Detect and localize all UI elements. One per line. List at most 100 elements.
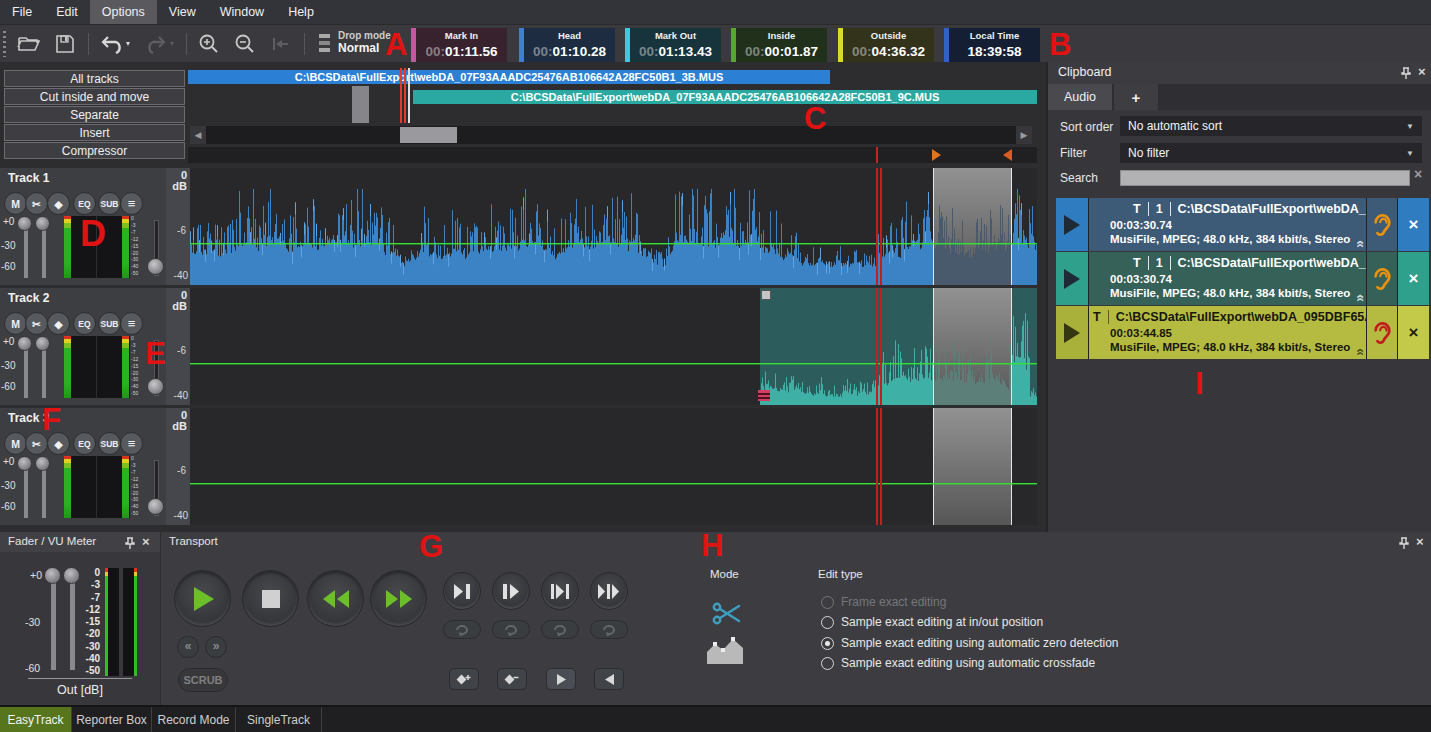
- pan-knob[interactable]: [17, 456, 32, 471]
- radio-frame-exact[interactable]: Frame exact editing: [821, 594, 946, 610]
- pan-knob[interactable]: [17, 216, 32, 231]
- clipboard-entry-3[interactable]: TC:\BCSData\FullExport\webDA_095DBF65AE1…: [1056, 306, 1429, 359]
- gain-slider[interactable]: [42, 346, 46, 398]
- overview-clip-top[interactable]: C:\BCSData\FullExport\webDA_07F93AAADC25…: [188, 70, 830, 84]
- filter-dropdown[interactable]: No filter▼: [1120, 143, 1422, 163]
- play-from-start-button[interactable]: [492, 572, 530, 610]
- tab-audio[interactable]: Audio: [1048, 84, 1112, 110]
- pin-icon[interactable]: [124, 537, 136, 550]
- tab-record-mode[interactable]: Record Mode: [152, 707, 236, 732]
- track-1-waveform[interactable]: [190, 168, 1037, 285]
- gain-knob[interactable]: [35, 216, 50, 231]
- pan-slider[interactable]: [24, 466, 28, 518]
- overview-view-indicator[interactable]: [352, 86, 369, 123]
- scrollbar-thumb[interactable]: [400, 127, 457, 143]
- solo-button[interactable]: ◆: [47, 312, 70, 335]
- tool-compressor[interactable]: Compressor: [4, 142, 185, 159]
- solo-button[interactable]: ◆: [47, 192, 70, 215]
- play-to-end-button[interactable]: [443, 572, 481, 610]
- remove-button[interactable]: ×: [1398, 306, 1429, 359]
- search-input[interactable]: [1120, 170, 1410, 186]
- eq-button[interactable]: EQ: [73, 312, 96, 335]
- pan-slider[interactable]: [24, 346, 28, 398]
- out-fader-left[interactable]: [51, 582, 56, 670]
- track-3-waveform[interactable]: [190, 408, 1037, 525]
- timeline-ruler[interactable]: [188, 147, 1037, 163]
- remove-button[interactable]: ×: [1398, 252, 1429, 305]
- redo-button[interactable]: [142, 32, 178, 56]
- sub-button[interactable]: SUB: [98, 312, 121, 335]
- prev-marker-button[interactable]: [594, 668, 624, 690]
- fader-knob[interactable]: [147, 378, 164, 395]
- tool-cut-inside-and-move[interactable]: Cut inside and move: [4, 88, 185, 105]
- loop-button-3[interactable]: [541, 620, 579, 639]
- track-menu-button[interactable]: ≡: [120, 192, 143, 215]
- selection-start-marker[interactable]: [932, 149, 941, 161]
- drop-mode-control[interactable]: Drop mode Normal: [318, 30, 391, 55]
- track-menu-button[interactable]: ≡: [120, 312, 143, 335]
- prelisten-button[interactable]: [1367, 252, 1397, 305]
- tab-reporter-box[interactable]: Reporter Box: [72, 707, 152, 732]
- pin-icon[interactable]: [1398, 537, 1410, 550]
- fast-forward-button[interactable]: [370, 570, 427, 627]
- step-back-button[interactable]: [268, 32, 294, 56]
- collapse-icon[interactable]: »: [1351, 348, 1366, 356]
- tool-all-tracks[interactable]: All tracks: [4, 70, 185, 87]
- toolbar-grip[interactable]: [3, 31, 6, 57]
- play-button[interactable]: [1056, 198, 1088, 251]
- pan-slider[interactable]: [24, 226, 28, 278]
- collapse-icon[interactable]: »: [1351, 240, 1366, 248]
- entry-body[interactable]: T1C:\BCSData\FullExport\webDA_07F93AAADC…: [1089, 252, 1366, 305]
- overview-clip-bottom[interactable]: C:\BCSData\FullExport\webDA_07F93AAADC25…: [413, 90, 1037, 104]
- menu-options[interactable]: Options: [90, 0, 157, 24]
- remove-button[interactable]: ×: [1398, 198, 1429, 251]
- radio-sample-exact[interactable]: Sample exact editing at in/out position: [821, 614, 1043, 630]
- eq-button[interactable]: EQ: [73, 432, 96, 455]
- gain-knob[interactable]: [35, 336, 50, 351]
- playhead-marker[interactable]: [876, 147, 878, 163]
- prelisten-button[interactable]: [1367, 306, 1397, 359]
- entry-body[interactable]: TC:\BCSData\FullExport\webDA_095DBF65AE1…: [1089, 306, 1366, 359]
- play-around-button[interactable]: [590, 572, 628, 610]
- gain-slider[interactable]: [42, 466, 46, 518]
- scrollbar-track[interactable]: [206, 126, 1016, 144]
- clear-search-icon[interactable]: ×: [1414, 166, 1422, 182]
- menu-view[interactable]: View: [157, 0, 208, 24]
- menu-file[interactable]: File: [0, 0, 44, 24]
- track-menu-button[interactable]: ≡: [120, 432, 143, 455]
- gain-slider[interactable]: [42, 226, 46, 278]
- mute-button[interactable]: M: [4, 312, 27, 335]
- tool-insert[interactable]: Insert: [4, 124, 185, 141]
- selection-end-marker[interactable]: [1003, 149, 1012, 161]
- track-2-waveform[interactable]: [190, 288, 1037, 405]
- gain-knob[interactable]: [35, 456, 50, 471]
- zoom-out-button[interactable]: [232, 32, 258, 56]
- scrollbar-right-arrow[interactable]: ▶: [1016, 126, 1032, 144]
- tab-add[interactable]: +: [1114, 84, 1158, 110]
- loop-button-4[interactable]: [590, 620, 628, 639]
- pin-icon[interactable]: [1400, 67, 1412, 80]
- tab-easytrack[interactable]: EasyTrack: [0, 707, 72, 732]
- menu-edit[interactable]: Edit: [44, 0, 90, 24]
- sub-button[interactable]: SUB: [98, 192, 121, 215]
- cut-button[interactable]: ✂: [25, 192, 48, 215]
- cut-button[interactable]: ✂: [25, 312, 48, 335]
- close-icon[interactable]: ×: [1416, 534, 1424, 549]
- play-selection-button[interactable]: [541, 572, 579, 610]
- mute-button[interactable]: M: [4, 432, 27, 455]
- envelope-mode-button[interactable]: [706, 634, 744, 670]
- play-button[interactable]: [1056, 306, 1088, 359]
- eq-button[interactable]: EQ: [73, 192, 96, 215]
- clipboard-entry-2[interactable]: T1C:\BCSData\FullExport\webDA_07F93AAADC…: [1056, 252, 1429, 305]
- undo-button[interactable]: [98, 32, 134, 56]
- remove-marker-button[interactable]: [497, 668, 527, 690]
- next-marker-button[interactable]: [546, 668, 576, 690]
- loop-button-1[interactable]: [443, 620, 481, 639]
- rewind-button[interactable]: [307, 570, 364, 627]
- sort-order-dropdown[interactable]: No automatic sort▼: [1120, 116, 1422, 136]
- close-icon[interactable]: ×: [1418, 64, 1426, 79]
- scrub-button[interactable]: SCRUB: [178, 668, 228, 692]
- skip-back-button[interactable]: «: [177, 636, 199, 658]
- add-marker-button[interactable]: [449, 668, 479, 690]
- play-button[interactable]: [1056, 252, 1088, 305]
